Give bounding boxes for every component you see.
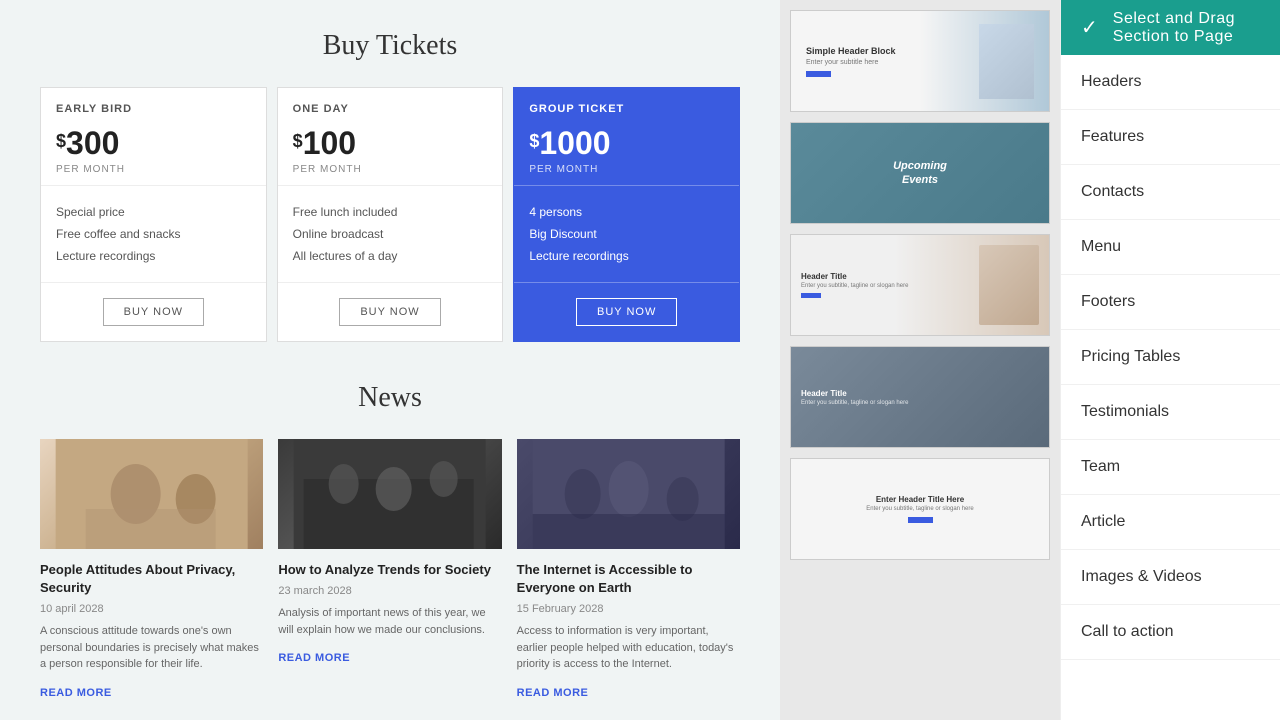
pricing-feature: Free lunch included — [293, 201, 488, 223]
news-image — [278, 439, 501, 549]
buy-button[interactable]: BUY NOW — [103, 298, 204, 326]
thumbnails-panel[interactable]: Simple Header Block Enter your subtitle … — [780, 0, 1060, 720]
pricing-footer: BUY NOW — [278, 283, 503, 341]
news-img-placeholder — [40, 439, 263, 549]
category-item-testimonials[interactable]: Testimonials — [1061, 385, 1280, 440]
news-section: News People Attitudes About Privacy, Sec… — [40, 382, 740, 701]
pricing-price: $300 — [56, 125, 251, 162]
pricing-features-list: 4 personsBig DiscountLecture recordings — [514, 186, 739, 283]
news-article-title: The Internet is Accessible to Everyone o… — [517, 561, 740, 597]
news-date: 15 February 2028 — [517, 603, 740, 615]
news-date: 10 april 2028 — [40, 603, 263, 615]
news-date: 23 march 2028 — [278, 585, 501, 597]
pricing-period: PER MONTH — [293, 164, 488, 175]
category-item-team[interactable]: Team — [1061, 440, 1280, 495]
thumb-preview: Simple Header Block Enter your subtitle … — [791, 11, 1049, 111]
pricing-label: GROUP TICKET — [529, 103, 724, 115]
pricing-price: $1000 — [529, 125, 724, 162]
pricing-feature: Free coffee and snacks — [56, 223, 251, 245]
pricing-feature: Big Discount — [529, 223, 724, 245]
pricing-card: GROUP TICKET $1000 PER MONTH 4 personsBi… — [513, 87, 740, 342]
thumbnail-item[interactable]: UpcomingEvents — [790, 122, 1050, 224]
top-bar-title: Select and Drag Section to Page — [1113, 10, 1260, 46]
thumbnail-item[interactable]: Enter Header Title Here Enter you subtit… — [790, 458, 1050, 560]
read-more-link[interactable]: READ MORE — [278, 652, 350, 664]
check-icon: ✓ — [1081, 15, 1098, 40]
right-panel: Simple Header Block Enter your subtitle … — [780, 0, 1280, 720]
pricing-feature: Lecture recordings — [56, 245, 251, 267]
news-excerpt: Analysis of important news of this year,… — [278, 605, 501, 638]
currency-symbol: $ — [56, 131, 66, 152]
category-item-features[interactable]: Features — [1061, 110, 1280, 165]
pricing-period: PER MONTH — [56, 164, 251, 175]
buy-button[interactable]: BUY NOW — [339, 298, 440, 326]
pricing-card: ONE DAY $100 PER MONTH Free lunch includ… — [277, 87, 504, 342]
pricing-feature: Lecture recordings — [529, 245, 724, 267]
news-image — [40, 439, 263, 549]
pricing-feature: 4 persons — [529, 201, 724, 223]
pricing-header: GROUP TICKET $1000 PER MONTH — [514, 88, 739, 186]
top-bar: ✓ Select and Drag Section to Page — [1061, 0, 1280, 55]
thumb-preview: UpcomingEvents — [791, 123, 1049, 223]
buy-button[interactable]: BUY NOW — [576, 298, 677, 326]
news-card: The Internet is Accessible to Everyone o… — [517, 439, 740, 701]
pricing-features-list: Free lunch includedOnline broadcastAll l… — [278, 186, 503, 283]
category-item-images-videos[interactable]: Images & Videos — [1061, 550, 1280, 605]
news-card: How to Analyze Trends for Society 23 mar… — [278, 439, 501, 701]
pricing-footer: BUY NOW — [514, 283, 739, 341]
news-img-placeholder — [517, 439, 740, 549]
main-content: Buy Tickets EARLY BIRD $300 PER MONTH Sp… — [0, 0, 780, 720]
categories-list: HeadersFeaturesContactsMenuFootersPricin… — [1061, 55, 1280, 660]
news-image — [517, 439, 740, 549]
category-item-menu[interactable]: Menu — [1061, 220, 1280, 275]
category-item-contacts[interactable]: Contacts — [1061, 165, 1280, 220]
thumbnail-item[interactable]: Header Title Enter you subtitle, tagline… — [790, 346, 1050, 448]
pricing-header: EARLY BIRD $300 PER MONTH — [41, 88, 266, 186]
currency-symbol: $ — [293, 131, 303, 152]
news-excerpt: Access to information is very important,… — [517, 623, 740, 673]
news-excerpt: A conscious attitude towards one's own p… — [40, 623, 263, 673]
pricing-feature: All lectures of a day — [293, 245, 488, 267]
pricing-footer: BUY NOW — [41, 283, 266, 341]
news-img-placeholder — [278, 439, 501, 549]
pricing-label: ONE DAY — [293, 103, 488, 115]
currency-symbol: $ — [529, 131, 539, 152]
pricing-card: EARLY BIRD $300 PER MONTH Special priceF… — [40, 87, 267, 342]
news-title: News — [40, 382, 740, 414]
read-more-link[interactable]: READ MORE — [517, 687, 589, 699]
tickets-title: Buy Tickets — [40, 30, 740, 62]
pricing-feature: Special price — [56, 201, 251, 223]
category-item-pricing-tables[interactable]: Pricing Tables — [1061, 330, 1280, 385]
news-article-title: People Attitudes About Privacy, Security — [40, 561, 263, 597]
thumb-preview: Header Title Enter you subtitle, tagline… — [791, 235, 1049, 335]
categories-panel: ✓ Select and Drag Section to Page Header… — [1060, 0, 1280, 720]
thumb-preview: Header Title Enter you subtitle, tagline… — [791, 347, 1049, 447]
pricing-label: EARLY BIRD — [56, 103, 251, 115]
thumbnail-item[interactable]: Simple Header Block Enter your subtitle … — [790, 10, 1050, 112]
category-item-article[interactable]: Article — [1061, 495, 1280, 550]
read-more-link[interactable]: READ MORE — [40, 687, 112, 699]
pricing-period: PER MONTH — [529, 164, 724, 175]
category-item-footers[interactable]: Footers — [1061, 275, 1280, 330]
news-card: People Attitudes About Privacy, Security… — [40, 439, 263, 701]
news-article-title: How to Analyze Trends for Society — [278, 561, 501, 579]
category-item-headers[interactable]: Headers — [1061, 55, 1280, 110]
pricing-features-list: Special priceFree coffee and snacksLectu… — [41, 186, 266, 283]
pricing-header: ONE DAY $100 PER MONTH — [278, 88, 503, 186]
pricing-tables: EARLY BIRD $300 PER MONTH Special priceF… — [40, 87, 740, 342]
news-cards: People Attitudes About Privacy, Security… — [40, 439, 740, 701]
category-item-call-to-action[interactable]: Call to action — [1061, 605, 1280, 660]
thumbnail-item[interactable]: Header Title Enter you subtitle, tagline… — [790, 234, 1050, 336]
pricing-price: $100 — [293, 125, 488, 162]
pricing-feature: Online broadcast — [293, 223, 488, 245]
thumb-preview: Enter Header Title Here Enter you subtit… — [791, 459, 1049, 559]
